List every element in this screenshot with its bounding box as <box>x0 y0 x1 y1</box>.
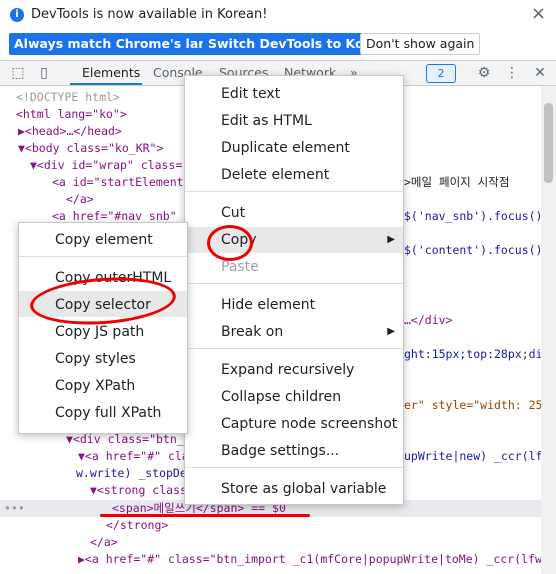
menu-item-copy-element[interactable]: Copy element <box>55 227 153 253</box>
red-circle-copy-annotation <box>207 225 253 261</box>
content-focus-line: $('content').focus() <box>404 243 543 257</box>
red-underline-annotation <box>100 514 310 517</box>
html-line[interactable]: <html lang="ko"> <box>16 106 127 123</box>
menu-item-expand[interactable]: Expand recursively <box>221 357 354 383</box>
submenu-arrow-icon: ▶ <box>387 326 395 337</box>
menu-separator <box>185 467 403 468</box>
ccr-line: upWrite|new) _ccr(lf <box>404 449 543 463</box>
a-href-line[interactable]: ▼<a href="#" cla <box>78 448 189 465</box>
menu-item-break-on[interactable]: Break on <box>221 319 283 345</box>
infobar-message: DevTools is now available in Korean! <box>31 7 268 22</box>
menu-separator <box>185 283 403 284</box>
div-wrap-line[interactable]: ▼<div id="wrap" class=" <box>30 157 189 174</box>
head-line[interactable]: ▶<head>…</head> <box>18 123 122 140</box>
dont-show-button[interactable]: Don't show again <box>360 33 481 55</box>
doctype-line[interactable]: <!DOCTYPE html> <box>16 89 120 106</box>
context-menu: Edit text Edit as HTML Duplicate element… <box>184 75 404 505</box>
infobar: i DevTools is now available in Korean! ×… <box>0 0 556 61</box>
issues-badge[interactable]: 2 <box>426 64 456 83</box>
menu-item-badge[interactable]: Badge settings... <box>221 438 339 464</box>
menu-item-copy-xpath[interactable]: Copy XPath <box>55 373 135 399</box>
close-strong-line[interactable]: </strong> <box>106 517 168 534</box>
device-toggle-icon[interactable]: ▯ <box>36 65 52 81</box>
start-element-line[interactable]: <a id="startElement" <box>52 174 190 191</box>
close-a2-line[interactable]: </a> <box>90 534 118 551</box>
close-devtools-icon[interactable]: ✕ <box>532 65 548 81</box>
menu-item-duplicate[interactable]: Duplicate element <box>221 135 350 161</box>
menu-item-edit-html[interactable]: Edit as HTML <box>221 108 312 134</box>
menu-item-copy-full-xpath[interactable]: Copy full XPath <box>55 400 161 426</box>
nav-snb-focus-line: $('nav_snb').focus() <box>404 209 543 223</box>
menu-item-collapse[interactable]: Collapse children <box>221 384 341 410</box>
menu-item-edit-text[interactable]: Edit text <box>221 81 280 107</box>
tab-elements[interactable]: Elements <box>82 65 140 80</box>
menu-item-cut[interactable]: Cut <box>221 200 245 226</box>
scrollbar-thumb[interactable] <box>544 103 553 183</box>
info-icon: i <box>10 8 24 22</box>
menu-separator <box>185 191 403 192</box>
inspect-icon[interactable]: ⬚ <box>10 65 26 81</box>
menu-item-hide[interactable]: Hide element <box>221 292 315 318</box>
close-icon[interactable]: × <box>531 3 546 24</box>
btn-import-line[interactable]: ▶<a href="#" class="btn_import _c1(mfCor… <box>78 551 556 568</box>
body-line[interactable]: ▼<body class="ko_KR"> <box>18 140 163 157</box>
menu-item-store-global[interactable]: Store as global variable <box>221 476 386 502</box>
strong-line[interactable]: ▼<strong class <box>90 482 187 499</box>
kebab-menu-icon[interactable]: ⋮ <box>504 65 520 81</box>
active-tab-indicator <box>70 83 142 85</box>
ellipsis-icon[interactable]: ••• <box>4 500 25 517</box>
menu-item-capture[interactable]: Capture node screenshot <box>221 411 397 437</box>
copy-submenu: Copy element Copy outerHTML Copy selecto… <box>18 222 188 434</box>
issues-count: 2 <box>437 67 445 80</box>
style-line: ght:15px;top:28px;di <box>404 347 543 361</box>
width-style-line: er" style="width: 256 <box>404 398 550 412</box>
submenu-arrow-icon: ▶ <box>387 234 395 245</box>
menu-separator <box>185 348 403 349</box>
close-a-line[interactable]: </a> <box>66 191 94 208</box>
menu-separator <box>19 256 187 257</box>
menu-item-delete[interactable]: Delete element <box>221 162 329 188</box>
gear-icon[interactable]: ⚙ <box>476 65 492 81</box>
stop-default-line: w.write) _stopDe <box>76 466 187 480</box>
menu-item-copy-styles[interactable]: Copy styles <box>55 346 136 372</box>
start-text-line: >메일 페이지 시작점 <box>404 175 510 189</box>
div-close-line: …</div> <box>404 313 453 327</box>
